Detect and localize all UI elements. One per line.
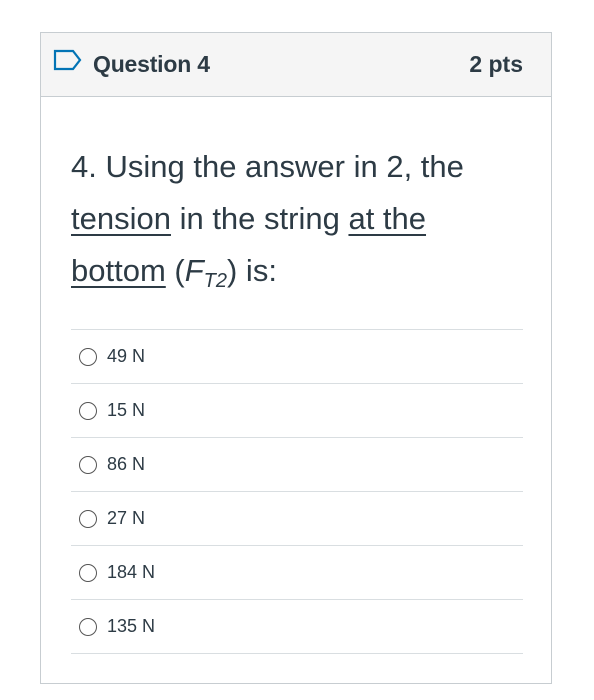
question-text-part2: in the string (170, 201, 349, 236)
question-text-part3: ( (165, 253, 185, 288)
answer-option[interactable]: 27 N (71, 492, 523, 546)
answer-option[interactable]: 135 N (71, 600, 523, 654)
answer-option[interactable]: 184 N (71, 546, 523, 600)
question-text-bottom: bottom (71, 253, 166, 288)
question-text-tension: tension (71, 201, 171, 236)
question-header: Question 4 2 pts (41, 33, 551, 97)
question-title: Question 4 (93, 51, 210, 77)
answer-label: 15 N (107, 400, 146, 420)
radio-button[interactable] (79, 401, 97, 420)
question-points: 2 pts (469, 51, 523, 77)
flag-question-icon[interactable] (53, 49, 83, 71)
radio-button[interactable] (79, 347, 97, 366)
math-subscript: T2 (203, 270, 227, 292)
answer-list: 49 N 15 N 86 N 27 N 184 N 135 N (71, 329, 523, 654)
radio-button[interactable] (79, 617, 97, 636)
answer-label: 27 N (107, 508, 146, 528)
radio-button[interactable] (79, 563, 97, 582)
question-card: Question 4 2 pts 4. Using the answer in … (40, 32, 552, 684)
question-text: 4. Using the answer in 2, the tension in… (71, 141, 521, 307)
math-variable: F (184, 253, 204, 288)
answer-option[interactable]: 86 N (71, 438, 523, 492)
answer-label: 86 N (107, 454, 146, 474)
radio-button[interactable] (79, 455, 97, 474)
answer-option[interactable]: 15 N (71, 384, 523, 438)
answer-label: 184 N (107, 562, 156, 582)
question-text-part1: 4. Using the answer in 2, the (71, 149, 464, 184)
question-text-at-the: at the (348, 201, 427, 236)
radio-button[interactable] (79, 509, 97, 528)
question-text-part4: ) is: (227, 253, 277, 288)
answer-option[interactable]: 49 N (71, 330, 523, 384)
answer-label: 49 N (107, 346, 146, 366)
answer-label: 135 N (107, 616, 156, 636)
